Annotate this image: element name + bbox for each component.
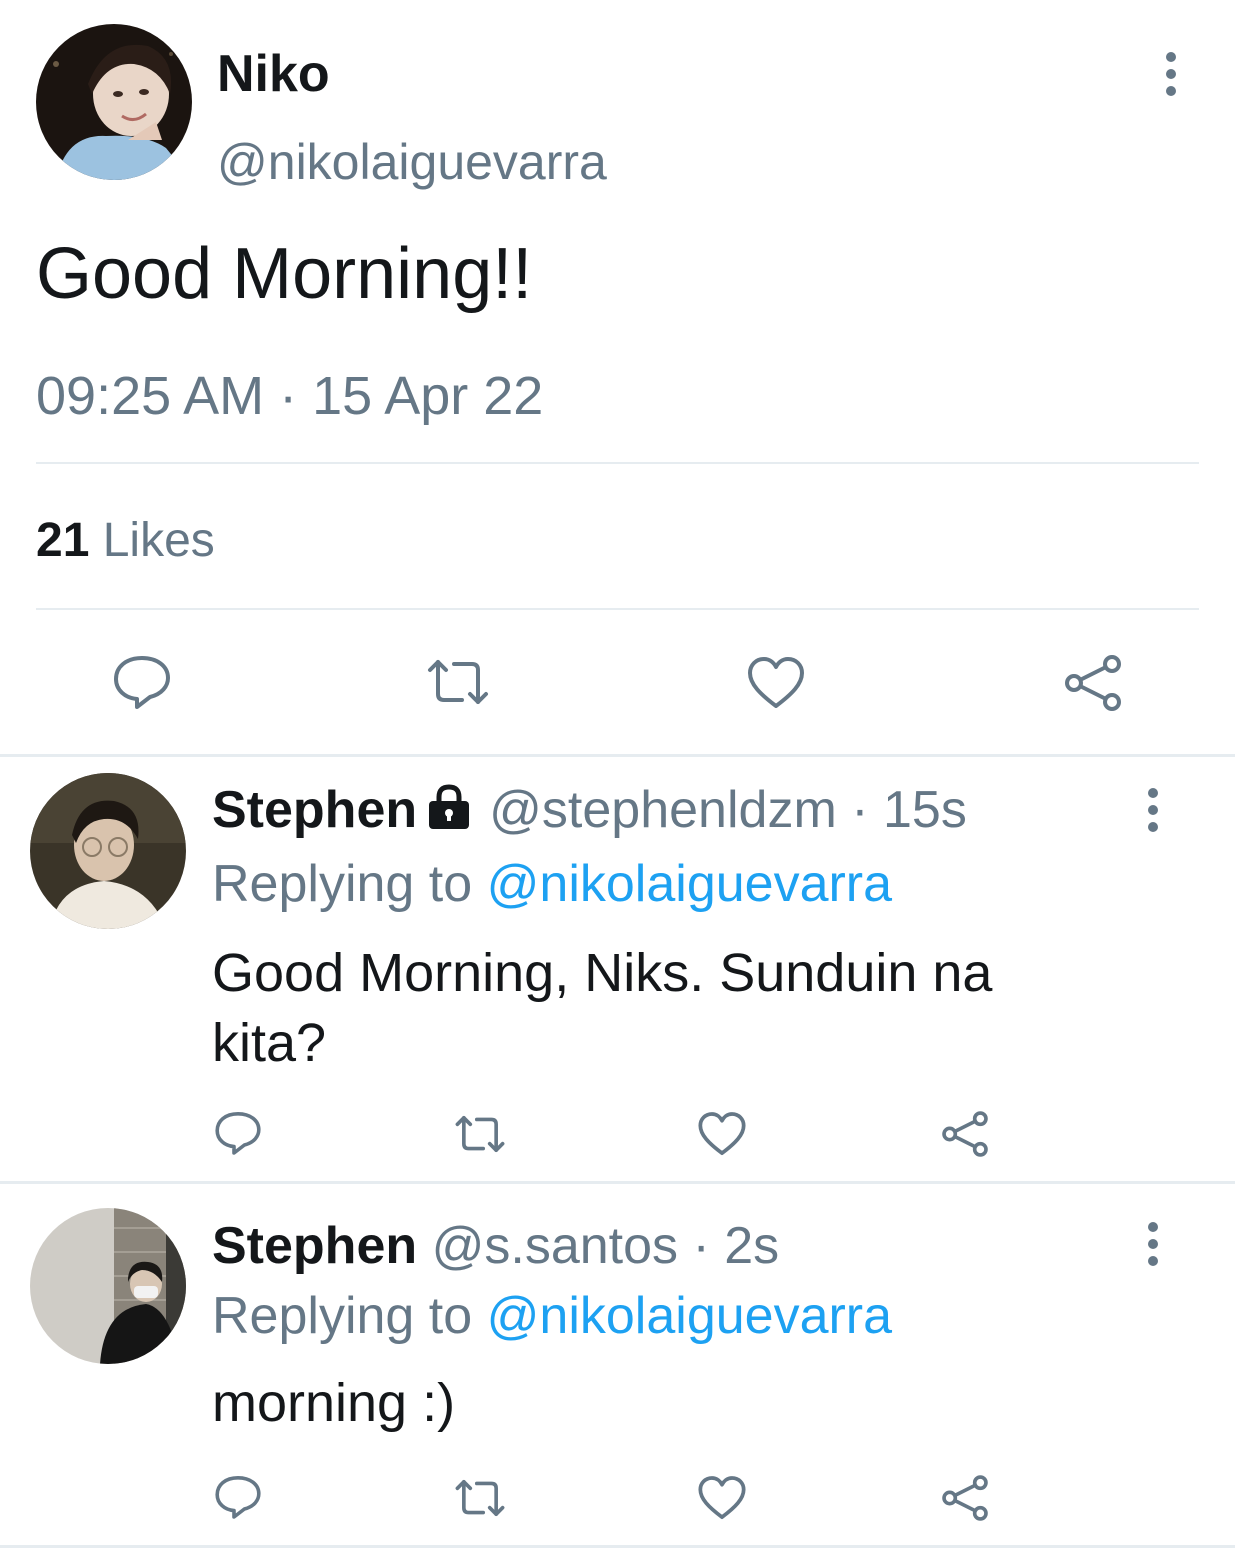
- replying-handle-link[interactable]: @nikolaiguevarra: [487, 855, 892, 913]
- more-vertical-icon[interactable]: [1133, 780, 1173, 840]
- reply-icon[interactable]: [214, 1474, 262, 1520]
- retweet-icon[interactable]: [424, 656, 492, 708]
- likes-label: Likes: [102, 514, 215, 567]
- user-handle[interactable]: @s.santos: [432, 1217, 678, 1275]
- lock-icon: [429, 784, 470, 829]
- user-handle[interactable]: @stephenldzm: [489, 781, 837, 839]
- divider: [36, 462, 1199, 464]
- reply-header: Stephen @s.santos · 2s: [212, 1216, 779, 1276]
- like-icon[interactable]: [746, 656, 806, 710]
- replying-to: Replying to @nikolaiguevarra: [212, 854, 892, 914]
- display-name[interactable]: Niko: [217, 44, 330, 104]
- tweet-text: Good Morning, Niks. Sunduin na kita?: [212, 943, 993, 1073]
- divider: [0, 754, 1235, 757]
- user-handle[interactable]: @nikolaiguevarra: [217, 132, 607, 192]
- share-icon[interactable]: [940, 1110, 990, 1158]
- divider: [36, 608, 1199, 610]
- avatar[interactable]: [36, 24, 192, 180]
- display-name[interactable]: Stephen: [212, 781, 417, 839]
- reply-icon[interactable]: [112, 654, 172, 710]
- retweet-icon[interactable]: [452, 1113, 508, 1155]
- reply-time: · 15s: [851, 781, 967, 839]
- replying-label: Replying to: [212, 1287, 473, 1345]
- replying-label: Replying to: [212, 855, 473, 913]
- divider: [0, 1181, 1235, 1184]
- replying-to: Replying to @nikolaiguevarra: [212, 1286, 892, 1346]
- reply-icon[interactable]: [214, 1110, 262, 1156]
- more-vertical-icon[interactable]: [1151, 44, 1191, 104]
- display-name[interactable]: Stephen: [212, 1217, 417, 1275]
- tweet-text: Good Morning!!: [36, 234, 533, 314]
- avatar[interactable]: [30, 773, 186, 929]
- tweet-text: morning :): [212, 1373, 456, 1433]
- share-icon[interactable]: [940, 1474, 990, 1522]
- likes-number: 21: [36, 514, 90, 567]
- like-icon[interactable]: [697, 1475, 747, 1521]
- reply-time: · 2s: [692, 1217, 780, 1275]
- like-icon[interactable]: [697, 1111, 747, 1157]
- share-icon[interactable]: [1062, 654, 1124, 712]
- reply-header: Stephen @stephenldzm · 15s: [212, 780, 967, 840]
- main-tweet: Niko @nikolaiguevarra Good Morning!! 09:…: [0, 0, 1235, 756]
- more-vertical-icon[interactable]: [1133, 1214, 1173, 1274]
- tweet-timestamp: 09:25 AM · 15 Apr 22: [36, 366, 544, 426]
- replying-handle-link[interactable]: @nikolaiguevarra: [487, 1287, 892, 1345]
- avatar[interactable]: [30, 1208, 186, 1364]
- likes-count[interactable]: 21 Likes: [36, 512, 215, 570]
- retweet-icon[interactable]: [452, 1477, 508, 1519]
